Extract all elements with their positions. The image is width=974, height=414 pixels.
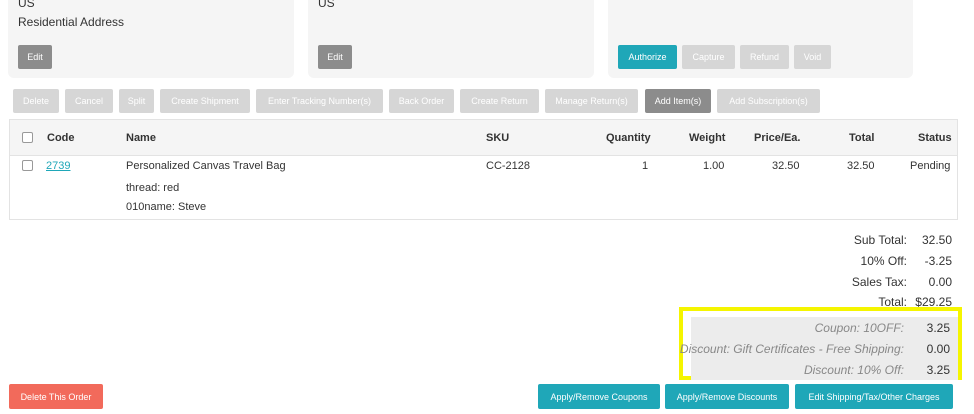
item-option-name: 010name: Steve: [126, 201, 207, 213]
gift-cert-discount-label: Discount: Gift Certificates - Free Shipp…: [679, 342, 904, 356]
authorize-button[interactable]: Authorize: [618, 45, 677, 69]
coupon-label: Coupon: 10OFF:: [814, 321, 904, 335]
coupon-value: 3.25: [926, 321, 950, 335]
subtotal-label: Sub Total:: [853, 233, 907, 247]
shipping-edit-button[interactable]: Edit: [318, 45, 352, 69]
create-shipment-button[interactable]: Create Shipment: [160, 89, 250, 113]
add-items-button[interactable]: Add Item(s): [645, 89, 711, 113]
header-price: Price/Ea.: [754, 132, 801, 144]
manage-returns-button[interactable]: Manage Return(s): [545, 89, 638, 113]
split-button[interactable]: Split: [119, 89, 154, 113]
sales-tax-label: Sales Tax:: [851, 275, 907, 289]
enter-tracking-button[interactable]: Enter Tracking Number(s): [256, 89, 383, 113]
header-weight: Weight: [689, 132, 726, 144]
apply-coupons-button[interactable]: Apply/Remove Coupons: [538, 384, 660, 409]
add-subscriptions-button[interactable]: Add Subscription(s): [717, 89, 820, 113]
billing-address-panel: US Residential Address Edit: [8, 0, 294, 78]
discounts-list: Coupon: 10OFF: 3.25 Discount: Gift Certi…: [680, 317, 958, 380]
delete-order-button[interactable]: Delete This Order: [9, 384, 103, 409]
item-weight: 1.00: [703, 160, 725, 172]
percent-discount-label: Discount: 10% Off:: [803, 363, 904, 377]
item-sku: CC-2128: [486, 160, 531, 172]
header-sku: SKU: [486, 132, 510, 144]
sales-tax-value: 0.00: [928, 275, 952, 289]
header-quantity: Quantity: [606, 132, 651, 144]
item-code-link[interactable]: 2739: [46, 160, 70, 172]
apply-discounts-button[interactable]: Apply/Remove Discounts: [665, 384, 789, 409]
percent-discount-value: 3.25: [926, 363, 950, 377]
discount-label: 10% Off:: [860, 254, 907, 268]
item-option-thread: thread: red: [126, 182, 180, 194]
select-all-checkbox[interactable]: [22, 132, 33, 143]
billing-address-type: Residential Address: [18, 15, 125, 29]
header-code: Code: [47, 132, 75, 144]
create-return-button[interactable]: Create Return: [460, 89, 539, 113]
billing-edit-button[interactable]: Edit: [18, 45, 52, 69]
table-header: Code Name SKU Quantity Weight Price/Ea. …: [10, 120, 957, 156]
billing-country: US: [18, 0, 35, 10]
item-status: Pending: [910, 160, 951, 172]
shipping-address-panel: US Edit: [308, 0, 594, 78]
item-total: 32.50: [847, 160, 875, 172]
item-price: 32.50: [772, 160, 800, 172]
shipping-country: US: [318, 0, 335, 10]
discount-value: -3.25: [924, 254, 952, 268]
cancel-items-button[interactable]: Cancel: [65, 89, 113, 113]
header-name: Name: [126, 132, 156, 144]
delete-items-button[interactable]: Delete: [13, 89, 59, 113]
order-items-table: Code Name SKU Quantity Weight Price/Ea. …: [9, 119, 958, 220]
item-name: Personalized Canvas Travel Bag: [126, 160, 286, 172]
void-button[interactable]: Void: [794, 45, 831, 69]
edit-shipping-button[interactable]: Edit Shipping/Tax/Other Charges: [795, 384, 953, 409]
row-checkbox[interactable]: [22, 160, 33, 171]
discounts-highlight-box: Coupon: 10OFF: 3.25 Discount: Gift Certi…: [679, 307, 962, 380]
back-order-button[interactable]: Back Order: [389, 89, 454, 113]
header-status: Status: [918, 132, 952, 144]
header-total: Total: [849, 132, 875, 144]
refund-button[interactable]: Refund: [740, 45, 789, 69]
capture-button[interactable]: Capture: [682, 45, 735, 69]
item-quantity: 1: [642, 160, 649, 172]
payment-panel: Authorize Capture Refund Void: [608, 0, 913, 78]
subtotal-value: 32.50: [921, 233, 952, 247]
gift-cert-discount-value: 0.00: [926, 342, 950, 356]
